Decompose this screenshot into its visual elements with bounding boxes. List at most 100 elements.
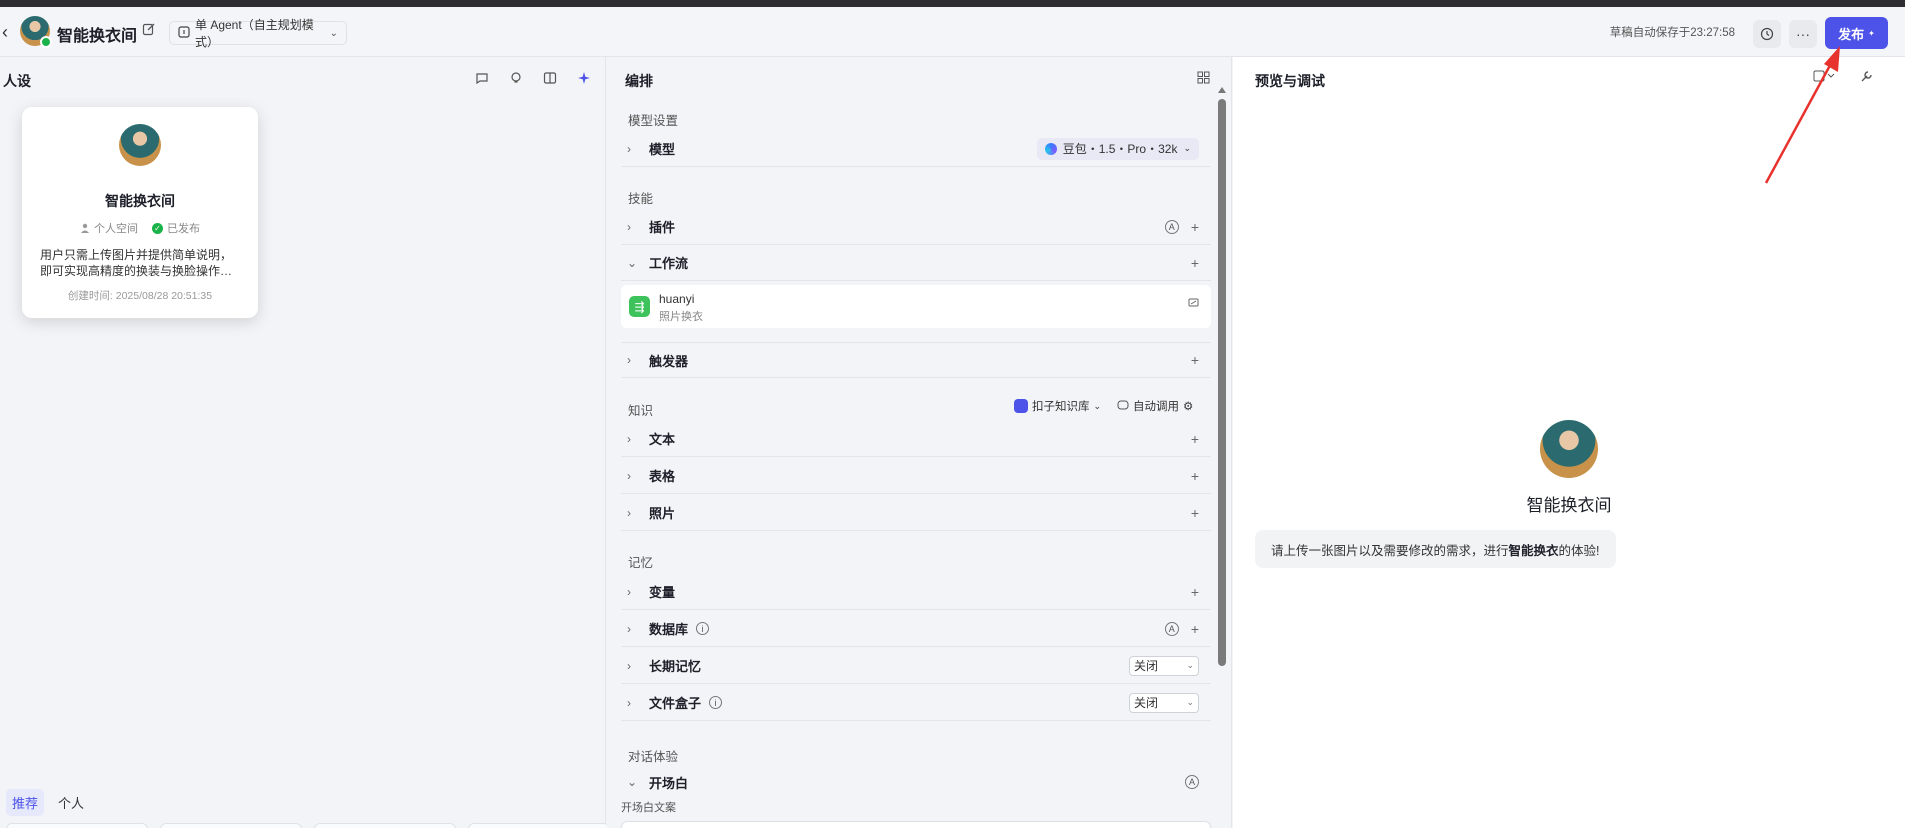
row-database[interactable]: › 数据库 i A + bbox=[621, 611, 1211, 647]
row-variables[interactable]: › 变量 + bbox=[621, 574, 1211, 610]
publish-label: 发布 bbox=[1838, 26, 1865, 42]
history-button[interactable] bbox=[1753, 20, 1781, 48]
auto-icon[interactable]: A bbox=[1164, 219, 1179, 234]
row-workflow-label: 工作流 bbox=[649, 256, 689, 271]
chevron-right-icon: › bbox=[627, 505, 631, 520]
history-icon bbox=[1760, 27, 1774, 41]
auto-icon[interactable]: A bbox=[1185, 775, 1199, 789]
chevron-down-icon: ⌄ bbox=[329, 27, 338, 39]
row-triggers-label: 触发器 bbox=[649, 353, 689, 369]
row-plugins[interactable]: › 插件 A + bbox=[621, 209, 1211, 245]
more-button[interactable]: ··· bbox=[1789, 20, 1817, 48]
row-file-box[interactable]: › 文件盒子 i 关闭 ⌄ bbox=[621, 685, 1211, 721]
add-icon[interactable]: + bbox=[1191, 584, 1199, 600]
auto-icon[interactable]: A bbox=[1164, 621, 1179, 636]
add-icon[interactable]: + bbox=[1191, 352, 1199, 368]
wrench-icon[interactable] bbox=[1860, 70, 1873, 86]
opening-text-input[interactable] bbox=[621, 821, 1211, 828]
more-icon: ··· bbox=[1796, 26, 1810, 42]
orchestration-title: 编排 bbox=[625, 73, 653, 89]
user-icon bbox=[81, 223, 89, 233]
published-badge-icon bbox=[40, 36, 52, 48]
add-icon[interactable]: + bbox=[1191, 219, 1199, 235]
publish-button[interactable]: 发布 ✦ bbox=[1825, 17, 1888, 49]
row-photos[interactable]: › 照片 + bbox=[621, 495, 1211, 531]
section-memory: 记忆 bbox=[628, 556, 654, 570]
prompt-card[interactable] bbox=[314, 823, 456, 828]
row-plugins-label: 插件 bbox=[649, 220, 676, 235]
row-database-label: 数据库 bbox=[649, 622, 689, 637]
tab-recommended[interactable]: 推荐 bbox=[6, 789, 45, 816]
compare-icon[interactable] bbox=[541, 69, 559, 87]
workflow-item[interactable]: ⇶ huanyi 照片换衣 bbox=[621, 285, 1211, 328]
app-header: ‹ 智能换衣间 单 Agent（自主规划模式） ⌄ 草稿自动保存于23:27:5… bbox=[0, 7, 1905, 57]
kb-source-select[interactable]: 扣子知识库 ⌄ bbox=[1014, 398, 1101, 414]
gear-icon[interactable]: ⚙ bbox=[1183, 399, 1193, 413]
row-long-memory-label: 长期记忆 bbox=[649, 659, 702, 674]
top-strip bbox=[0, 0, 1905, 7]
popup-bot-name: 智能换衣间 bbox=[105, 193, 175, 209]
row-model[interactable]: › 模型 豆包・1.5・Pro・32k ⌄ bbox=[621, 131, 1211, 167]
file-box-select[interactable]: 关闭 ⌄ bbox=[1129, 692, 1199, 713]
debug-view-icon[interactable] bbox=[1813, 70, 1835, 85]
ai-optimize-icon[interactable] bbox=[575, 69, 593, 87]
orchestration-scrollbar[interactable] bbox=[1217, 87, 1227, 727]
tips-icon[interactable] bbox=[507, 69, 525, 87]
prompt-card[interactable] bbox=[6, 823, 148, 828]
scroll-up-icon[interactable] bbox=[1218, 87, 1226, 93]
row-workflow[interactable]: ⌄ 工作流 + bbox=[621, 245, 1211, 281]
chevron-right-icon: › bbox=[627, 353, 631, 367]
row-opening[interactable]: ⌄ 开场白 A bbox=[621, 767, 1211, 797]
row-long-memory[interactable]: › 长期记忆 关闭 ⌄ bbox=[621, 648, 1211, 684]
info-icon[interactable]: i bbox=[709, 696, 723, 709]
edit-icon[interactable] bbox=[142, 22, 158, 38]
add-icon[interactable]: + bbox=[1191, 468, 1199, 484]
workflow-edit-icon[interactable] bbox=[1188, 297, 1199, 311]
long-memory-value: 关闭 bbox=[1134, 659, 1159, 673]
auto-call-label: 自动调用 bbox=[1133, 401, 1180, 413]
chevron-down-icon: ⌄ bbox=[1183, 143, 1191, 153]
check-icon: ✓ bbox=[152, 222, 163, 234]
prompt-library-icon[interactable] bbox=[473, 69, 491, 87]
add-icon[interactable]: + bbox=[1191, 505, 1199, 521]
workflow-icon: ⇶ bbox=[629, 296, 650, 317]
auto-call-icon bbox=[1117, 399, 1129, 414]
autosave-status: 草稿自动保存于23:27:58 bbox=[1609, 27, 1735, 39]
row-table-label: 表格 bbox=[649, 469, 676, 484]
chevron-right-icon: › bbox=[627, 219, 631, 234]
welcome-prefix: 请上传一张图片以及需要修改的需求，进行 bbox=[1271, 543, 1509, 558]
opening-text-label: 开场白文案 bbox=[621, 802, 676, 814]
back-icon[interactable]: ‹ bbox=[2, 23, 14, 41]
chevron-down-icon: ⌄ bbox=[1186, 660, 1194, 670]
row-triggers[interactable]: › 触发器 + bbox=[621, 342, 1211, 378]
prompt-card[interactable] bbox=[468, 823, 610, 828]
row-opening-label: 开场白 bbox=[649, 775, 689, 791]
popup-description: 用户只需上传图片并提供简单说明，即可实现高精度的换装与换脸操作… bbox=[40, 248, 233, 278]
chevron-down-icon: ⌄ bbox=[1186, 697, 1194, 707]
workflow-desc: 照片换衣 bbox=[659, 311, 703, 323]
chevron-right-icon: › bbox=[627, 431, 631, 446]
auto-call-setting[interactable]: 自动调用 ⚙ bbox=[1117, 398, 1193, 414]
bot-info-popover: 智能换衣间 个人空间 ✓ 已发布 用户只需上传图片并提供简单说明，即可实现高精度… bbox=[22, 107, 258, 318]
agent-mode-select[interactable]: 单 Agent（自主规划模式） ⌄ bbox=[169, 18, 347, 49]
layout-grid-icon[interactable] bbox=[1197, 71, 1213, 87]
agent-mode-icon bbox=[178, 25, 190, 41]
section-model-settings: 模型设置 bbox=[628, 114, 679, 128]
row-table[interactable]: › 表格 + bbox=[621, 458, 1211, 494]
prompt-card[interactable] bbox=[160, 823, 302, 828]
add-icon[interactable]: + bbox=[1191, 431, 1199, 447]
chevron-right-icon: › bbox=[627, 468, 631, 483]
tab-personal[interactable]: 个人 bbox=[52, 789, 90, 816]
long-memory-select[interactable]: 关闭 ⌄ bbox=[1129, 655, 1199, 676]
prompt-tabs: 推荐 个人 bbox=[6, 789, 90, 816]
chevron-right-icon: › bbox=[627, 658, 631, 673]
welcome-bold: 智能换衣 bbox=[1508, 543, 1559, 558]
model-select[interactable]: 豆包・1.5・Pro・32k ⌄ bbox=[1036, 137, 1199, 160]
scrollbar-thumb[interactable] bbox=[1218, 99, 1226, 666]
popup-avatar bbox=[119, 124, 161, 166]
add-icon[interactable]: + bbox=[1191, 255, 1199, 271]
preview-bot-name: 智能换衣间 bbox=[1526, 496, 1612, 515]
row-text[interactable]: › 文本 + bbox=[621, 421, 1211, 457]
info-icon[interactable]: i bbox=[696, 622, 710, 635]
add-icon[interactable]: + bbox=[1191, 621, 1199, 637]
